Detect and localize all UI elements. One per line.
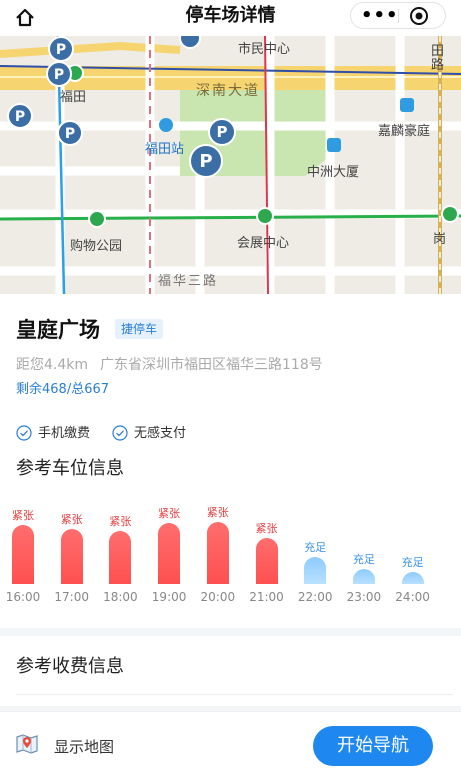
map-canvas: P P P P P P — [0, 36, 461, 294]
availability-bar — [60, 528, 83, 584]
divider — [16, 694, 453, 695]
map-label-zhongzhou: 中洲大厦 — [307, 165, 360, 180]
time-tick-label: 22:00 — [297, 590, 333, 604]
check-circle-icon — [16, 425, 32, 441]
availability-status-label: 充足 — [401, 555, 424, 569]
svg-text:P: P — [54, 67, 64, 83]
availability-bar — [206, 522, 229, 584]
menu-capsule: ••• — [350, 2, 446, 29]
more-icon[interactable]: ••• — [361, 3, 398, 28]
time-tick-label: 18:00 — [103, 590, 138, 604]
availability-status-label: 紧张 — [109, 514, 132, 528]
map-label-gang: 岗 — [433, 232, 447, 247]
map-label-shennan-road: 深南大道 — [196, 83, 260, 99]
capsule-divider — [398, 9, 399, 23]
time-tick-label: 21:00 — [249, 590, 284, 604]
map-label-right-top2: 路 — [431, 58, 445, 73]
svg-text:P: P — [217, 123, 228, 141]
availability-status-label: 充足 — [304, 541, 327, 555]
svg-text:P: P — [15, 109, 25, 125]
svg-text:P: P — [199, 151, 212, 172]
time-tick-label: 16:00 — [5, 590, 41, 604]
top-bar: 停车场详情 ••• — [0, 0, 461, 36]
time-tick-label: 24:00 — [395, 590, 430, 604]
fee-info-title: 参考收费信息 — [16, 656, 124, 677]
availability-bar — [12, 525, 34, 584]
map-label-jialin: 嘉麟豪庭 — [378, 124, 431, 139]
start-navigation-button[interactable]: 开始导航 — [313, 726, 433, 766]
feature-senseless-pay: 无感支付 — [112, 422, 186, 441]
time-tick-label: 23:00 — [346, 590, 382, 604]
fee-info-card: 参考收费信息 — [0, 636, 461, 706]
parking-name: 皇庭广场 — [16, 318, 100, 342]
map-label-futian: 福田 — [60, 90, 87, 105]
availability-status-label: 紧张 — [12, 509, 34, 523]
parking-detail-card: 皇庭广场 捷停车 距您4.4km 广东省深圳市福田区福华三路118号 剩余468/… — [0, 294, 461, 628]
spot-info-title: 参考车位信息 — [16, 458, 124, 479]
availability-status-label: 紧张 — [206, 506, 229, 520]
svg-text:P: P — [56, 42, 66, 58]
parking-address: 广东省深圳市福田区福华三路118号 — [100, 357, 323, 373]
map-icon[interactable] — [15, 732, 39, 756]
feature-label: 无感支付 — [134, 426, 187, 441]
time-tick-label: 17:00 — [54, 590, 89, 604]
availability-bar — [255, 538, 278, 584]
feature-label: 手机缴费 — [38, 426, 91, 441]
parking-tag: 捷停车 — [115, 319, 164, 339]
availability-status-label: 紧张 — [158, 507, 181, 521]
availability-bar — [158, 523, 181, 584]
time-tick-label: 19:00 — [151, 590, 187, 604]
availability-bar — [304, 557, 327, 584]
map-view[interactable]: P P P P P P 福田 福田站 深南大道 市民中心 嘉麟豪庭 中洲大厦 购… — [0, 36, 461, 294]
availability-bar — [109, 530, 132, 584]
spot-availability-chart: 紧张 16:00 紧张 17:00 紧张 18:00 紧张 19:00 紧张 20:00 紧张 21:… — [0, 494, 461, 614]
map-label-futian-station: 福田站 — [145, 142, 185, 157]
svg-text:P: P — [65, 126, 75, 142]
availability-status-label: 紧张 — [60, 512, 83, 526]
map-label-convention: 会展中心 — [237, 236, 290, 251]
close-target-icon[interactable] — [409, 6, 429, 26]
availability-status-label: 充足 — [352, 552, 375, 566]
check-circle-icon — [112, 425, 128, 441]
availability-bar — [401, 571, 424, 584]
map-label-fuhua3: 福华三路 — [158, 274, 219, 289]
parking-location: 距您4.4km 广东省深圳市福田区福华三路118号 — [16, 354, 323, 374]
map-label-shopping-park: 购物公园 — [70, 239, 123, 254]
bottom-bar: 显示地图 开始导航 — [0, 711, 461, 769]
show-map-link[interactable]: 显示地图 — [54, 736, 114, 757]
availability-bar — [352, 568, 375, 584]
availability-status-label: 紧张 — [255, 522, 278, 536]
map-label-shimin-center: 市民中心 — [238, 42, 291, 57]
time-tick-label: 20:00 — [200, 590, 236, 604]
parking-remaining: 剩余468/总667 — [16, 382, 110, 397]
parking-distance: 距您4.4km — [16, 357, 89, 373]
feature-mobile-pay: 手机缴费 — [16, 422, 90, 441]
